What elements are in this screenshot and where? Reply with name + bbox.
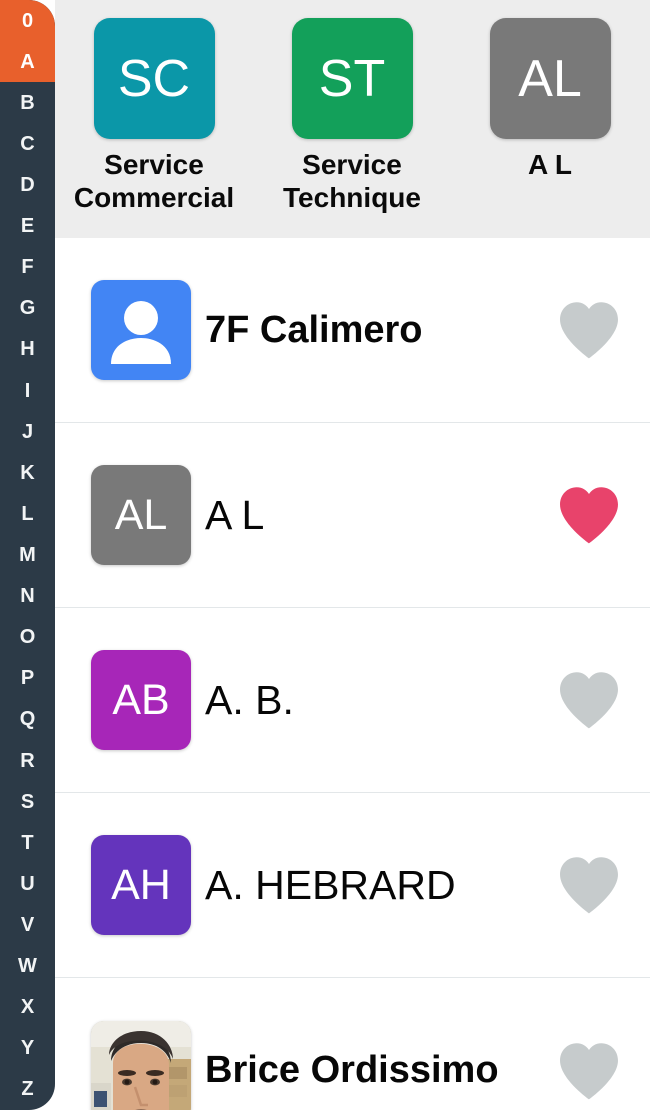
index-letter-j[interactable]: J xyxy=(0,411,55,452)
index-letter-m[interactable]: M xyxy=(0,534,55,575)
favorite-avatar[interactable]: SC xyxy=(93,18,215,139)
contact-row[interactable]: Brice Ordissimo xyxy=(55,978,650,1110)
favorite-heart-icon-empty[interactable] xyxy=(546,287,632,373)
favorite-heart-icon-empty[interactable] xyxy=(546,1028,632,1110)
favorite-name: Service Technique xyxy=(283,149,421,214)
favorites-strip: SC Service Commercial ST Service Technique A… xyxy=(55,0,650,238)
contacts-screen: 0ABCDEFGHIJKLMNOPQRSTUVWXYZ SC Service Co… xyxy=(0,0,650,1110)
index-letter-s[interactable]: S xyxy=(0,781,55,822)
contact-initials-avatar[interactable]: AH xyxy=(91,835,191,935)
index-letter-r[interactable]: R xyxy=(0,740,55,781)
index-letter-u[interactable]: U xyxy=(0,863,55,904)
index-letter-v[interactable]: V xyxy=(0,904,55,945)
contacts-content: SC Service Commercial ST Service Technique A… xyxy=(55,0,650,1110)
index-letter-l[interactable]: L xyxy=(0,493,55,534)
favorite-heart-icon-empty[interactable] xyxy=(546,657,632,743)
index-letter-o[interactable]: O xyxy=(0,617,55,658)
index-letter-p[interactable]: P xyxy=(0,658,55,699)
index-letter-z[interactable]: Z xyxy=(0,1069,55,1110)
contact-photo-avatar[interactable] xyxy=(91,1020,191,1110)
contact-name: A L xyxy=(205,491,265,538)
index-letter-0[interactable]: 0 xyxy=(0,0,55,42)
index-letter-d[interactable]: D xyxy=(0,164,55,205)
favorite-avatar[interactable]: ST xyxy=(291,18,413,139)
index-letter-b[interactable]: B xyxy=(0,82,55,123)
contact-name: A. B. xyxy=(205,676,294,723)
contact-initials-avatar[interactable]: AB xyxy=(91,650,191,750)
person-placeholder-icon[interactable] xyxy=(91,280,191,380)
index-letter-a[interactable]: A xyxy=(0,41,55,83)
index-letter-f[interactable]: F xyxy=(0,247,55,288)
index-letter-w[interactable]: W xyxy=(0,946,55,987)
index-letter-e[interactable]: E xyxy=(0,206,55,247)
favorite-heart-icon-filled[interactable] xyxy=(546,472,632,558)
index-letter-q[interactable]: Q xyxy=(0,699,55,740)
favorite-avatar[interactable]: AL xyxy=(489,18,611,139)
contact-name: A. HEBRARD xyxy=(205,861,456,908)
index-letter-n[interactable]: N xyxy=(0,576,55,617)
contact-list[interactable]: 7F Calimero AL A L AB A. B. AH A. HEBRARD Brice… xyxy=(55,238,650,1110)
index-letter-t[interactable]: T xyxy=(0,822,55,863)
contact-row[interactable]: AL A L xyxy=(55,423,650,608)
favorite-contact[interactable]: ST Service Technique xyxy=(253,18,451,214)
contact-row[interactable]: 7F Calimero xyxy=(55,238,650,423)
contact-row[interactable]: AH A. HEBRARD xyxy=(55,793,650,978)
contact-name: 7F Calimero xyxy=(205,308,423,351)
index-letter-i[interactable]: I xyxy=(0,370,55,411)
index-letter-k[interactable]: K xyxy=(0,452,55,493)
contact-initials-avatar[interactable]: AL xyxy=(91,465,191,565)
contact-name: Brice Ordissimo xyxy=(205,1049,499,1091)
index-letter-y[interactable]: Y xyxy=(0,1028,55,1069)
index-letter-g[interactable]: G xyxy=(0,288,55,329)
favorite-contact[interactable]: SC Service Commercial xyxy=(55,18,253,214)
favorite-name: A L xyxy=(527,149,573,180)
favorite-name: Service Commercial xyxy=(73,149,235,214)
alphabet-scroll-index[interactable]: 0ABCDEFGHIJKLMNOPQRSTUVWXYZ xyxy=(0,0,55,1110)
index-letter-x[interactable]: X xyxy=(0,987,55,1028)
index-letter-h[interactable]: H xyxy=(0,329,55,370)
favorite-contact[interactable]: AL A L xyxy=(451,18,649,181)
contact-row[interactable]: AB A. B. xyxy=(55,608,650,793)
index-letter-c[interactable]: C xyxy=(0,123,55,164)
favorite-heart-icon-empty[interactable] xyxy=(546,842,632,928)
